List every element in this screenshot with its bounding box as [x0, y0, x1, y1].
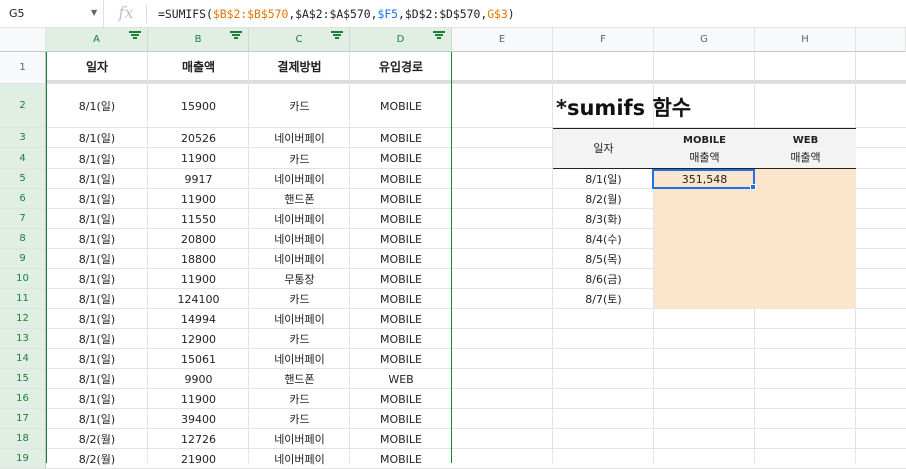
summary-values-area[interactable]: [654, 169, 856, 309]
summary-date-cell[interactable]: 8/5(목): [553, 249, 654, 269]
row-header-5[interactable]: 5: [0, 169, 46, 189]
summary-date-cell[interactable]: 8/7(토): [553, 289, 654, 309]
row-header-8[interactable]: 8: [0, 229, 46, 249]
summary-web-header[interactable]: WEB 매출액: [755, 128, 856, 169]
summary-date-header[interactable]: 일자: [553, 128, 654, 169]
name-box[interactable]: G5 ▼: [0, 0, 104, 28]
filter-icon[interactable]: [230, 31, 242, 39]
filter-icon[interactable]: [331, 31, 343, 39]
row-header-14[interactable]: 14: [0, 349, 46, 369]
column-header-h[interactable]: H: [755, 28, 856, 52]
summary-date-cell[interactable]: 8/4(수): [553, 229, 654, 249]
row-header-3[interactable]: 3: [0, 128, 46, 148]
summary-mobile-header[interactable]: MOBILE 매출액: [654, 128, 755, 169]
summary-mobile-header-sublabel: 매출액: [689, 150, 720, 164]
column-header-overflow: [856, 28, 906, 52]
formula-input[interactable]: =SUMIFS($B$2:$B$570,$A$2:$A$570,$F5,$D$2…: [158, 7, 515, 21]
formula-ref-criteria-channel: G$3: [487, 7, 508, 21]
filter-icon[interactable]: [433, 31, 445, 39]
row-header-15[interactable]: 15: [0, 369, 46, 389]
row-header-9[interactable]: 9: [0, 249, 46, 269]
row-header-17[interactable]: 17: [0, 409, 46, 429]
name-box-value: G5: [9, 7, 25, 20]
row-header-10[interactable]: 10: [0, 269, 46, 289]
fx-icon: fx: [118, 3, 134, 22]
row-header-1[interactable]: 1: [0, 52, 46, 84]
column-header-g[interactable]: G: [654, 28, 755, 52]
row-header-6[interactable]: 6: [0, 189, 46, 209]
summary-date-cell[interactable]: 8/2(월): [553, 189, 654, 209]
summary-web-header-sublabel: 매출액: [790, 150, 821, 164]
summary-date-cell[interactable]: 8/6(금): [553, 269, 654, 289]
row-header-13[interactable]: 13: [0, 329, 46, 349]
select-all-corner[interactable]: [0, 28, 46, 52]
row-header-18[interactable]: 18: [0, 429, 46, 449]
summary-date-cell[interactable]: 8/3(화): [553, 209, 654, 229]
summary-web-header-label: WEB: [792, 134, 819, 146]
formula-separator: [146, 5, 147, 23]
filter-icon[interactable]: [129, 31, 141, 39]
row-header-11[interactable]: 11: [0, 289, 46, 309]
summary-mobile-header-label: MOBILE: [683, 134, 726, 146]
row-header-16[interactable]: 16: [0, 389, 46, 409]
name-box-dropdown-icon[interactable]: ▼: [91, 8, 97, 17]
formula-bar: G5 ▼ fx =SUMIFS($B$2:$B$570,$A$2:$A$570,…: [0, 0, 906, 28]
column-header-f[interactable]: F: [553, 28, 654, 52]
row-header-19[interactable]: 19: [0, 449, 46, 469]
summary-date-cell[interactable]: 8/1(일): [553, 169, 654, 189]
row-header-2[interactable]: 2: [0, 84, 46, 128]
filter-range-border: [46, 52, 452, 463]
formula-ref-range: $B$2:$B$570: [212, 7, 289, 21]
column-header-e[interactable]: E: [452, 28, 553, 52]
summary-title: *sumifs 함수: [556, 96, 692, 120]
row-header-12[interactable]: 12: [0, 309, 46, 329]
row-header-4[interactable]: 4: [0, 148, 46, 169]
formula-ref-criteria-date: $F5: [377, 7, 399, 21]
fill-handle[interactable]: [750, 184, 756, 190]
row-header-7[interactable]: 7: [0, 209, 46, 229]
active-cell-selection[interactable]: [652, 169, 755, 189]
